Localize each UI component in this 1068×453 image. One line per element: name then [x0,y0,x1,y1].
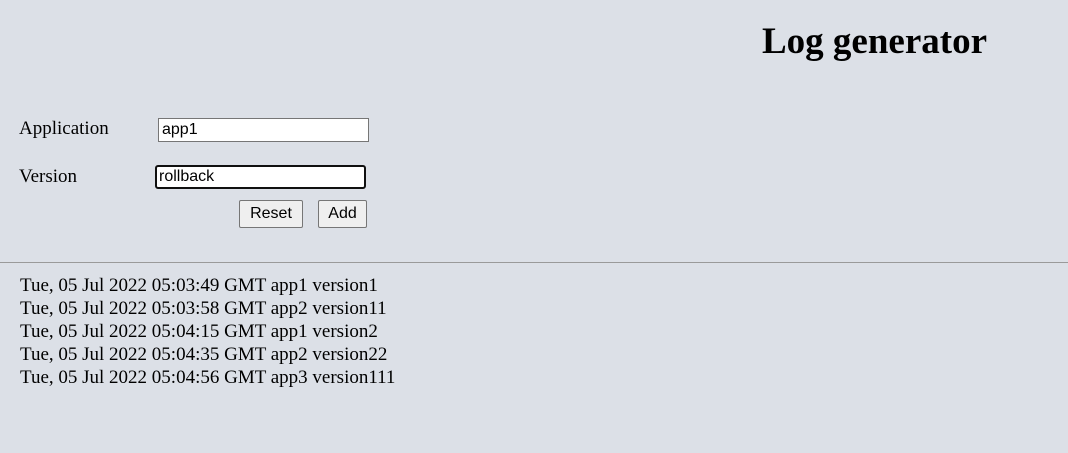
application-label: Application [19,118,109,139]
add-button[interactable]: Add [318,200,367,228]
reset-button[interactable]: Reset [239,200,303,228]
log-entry: Tue, 05 Jul 2022 05:04:56 GMT app3 versi… [20,367,396,388]
log-entry: Tue, 05 Jul 2022 05:04:15 GMT app1 versi… [20,321,378,342]
log-list: Tue, 05 Jul 2022 05:03:49 GMT app1 versi… [20,274,395,389]
application-input[interactable] [158,118,369,142]
log-entry: Tue, 05 Jul 2022 05:03:58 GMT app2 versi… [20,298,387,319]
version-input[interactable] [155,165,366,189]
divider [0,262,1068,263]
log-entry: Tue, 05 Jul 2022 05:03:49 GMT app1 versi… [20,275,378,296]
version-label: Version [19,166,78,187]
page-title: Log generator [762,21,988,62]
log-entry: Tue, 05 Jul 2022 05:04:35 GMT app2 versi… [20,344,388,365]
